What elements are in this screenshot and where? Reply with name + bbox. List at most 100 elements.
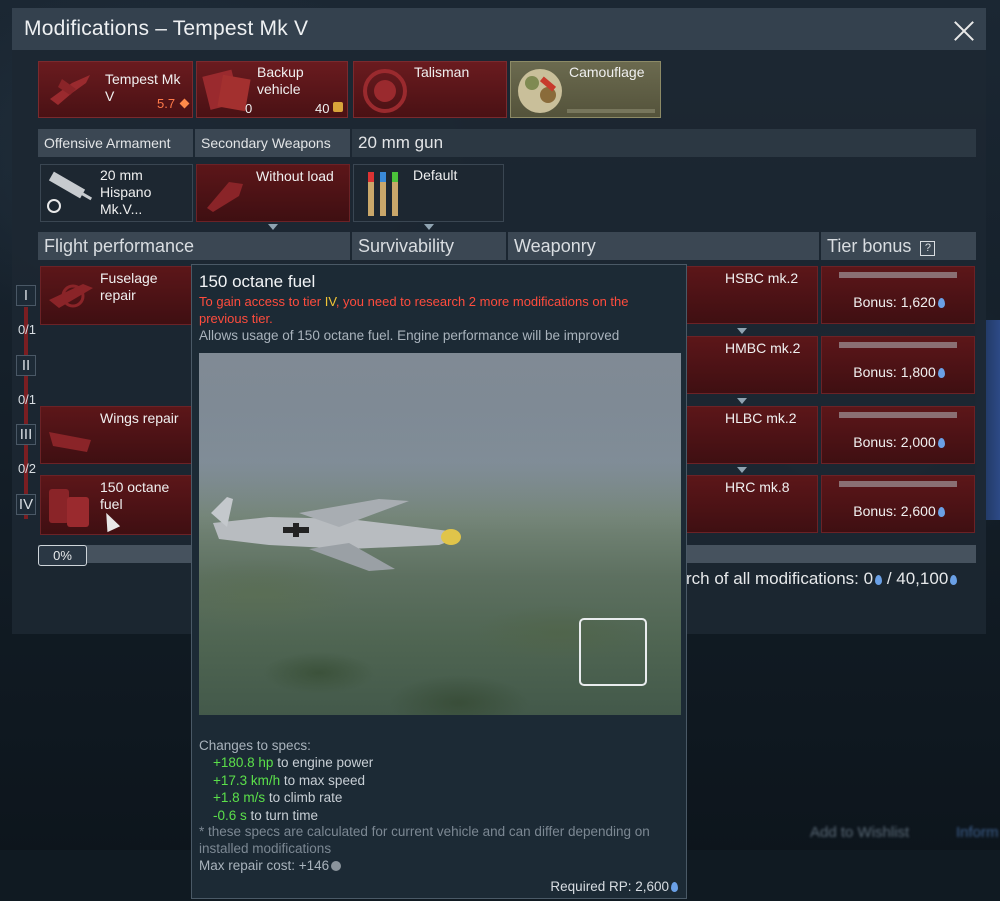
backup-vehicle-slot[interactable]: Backup vehicle 0 40 — [196, 61, 348, 118]
mod-hrc[interactable]: HRC mk.8 — [686, 475, 818, 533]
silver-lions-icon — [331, 861, 342, 871]
vehicle-slot[interactable]: Tempest Mk V 5.7 — [38, 61, 193, 118]
spec-row: +1.8 m/s to climb rate — [199, 789, 373, 806]
tooltip-description: Allows usage of 150 octane fuel. Engine … — [199, 328, 620, 343]
spec-text: to turn time — [246, 807, 319, 823]
spec-row: -0.6 s to turn time — [199, 807, 373, 824]
ammo-label: Default — [413, 167, 458, 183]
mod-fuselage-repair[interactable]: Fuselage repair — [40, 266, 192, 325]
wrench-icon — [47, 199, 61, 213]
required-rp: Required RP: 2,600 — [550, 879, 678, 894]
rp-icon — [937, 298, 945, 308]
rp-icon — [937, 507, 945, 517]
backup-count: 0 — [245, 101, 253, 116]
bonus-text: Bonus: 1,800 — [853, 364, 936, 380]
eagle-icon — [333, 102, 343, 112]
rp-icon — [950, 575, 958, 585]
secondary-weapon-slot[interactable]: Without load — [196, 164, 350, 222]
fuselage-icon — [49, 284, 93, 308]
mod-label: HRC mk.8 — [725, 479, 790, 495]
mod-hlbc[interactable]: HLBC mk.2 — [686, 406, 818, 464]
talisman-icon — [363, 69, 407, 113]
tier-bonus-1: Bonus: 1,620 — [821, 266, 975, 324]
preview-frame[interactable] — [579, 618, 647, 686]
info-button: Inform — [956, 824, 999, 841]
spec-value: +180.8 hp — [213, 755, 274, 771]
help-icon[interactable]: ? — [920, 241, 936, 256]
repair-cost-text: Max repair cost: +146 — [199, 858, 330, 873]
tab-secondary-weapons[interactable]: Secondary Weapons — [195, 129, 350, 157]
tier-2-count: 0/1 — [17, 392, 37, 407]
arrow-down-icon — [737, 467, 747, 473]
preview-image — [199, 353, 681, 715]
tier-4: IV — [16, 494, 36, 515]
tier-track — [24, 307, 28, 519]
required-rp-text: Required RP: 2,600 — [550, 879, 669, 894]
mod-label: HLBC mk.2 — [725, 410, 797, 426]
bonus-text: Bonus: 2,600 — [853, 503, 936, 519]
mod-hsbc[interactable]: HSBC mk.2 — [686, 266, 818, 324]
repair-cost: Max repair cost: +146 — [199, 858, 342, 873]
vehicle-name: Tempest Mk V — [105, 71, 181, 104]
chevron-down-icon — [424, 224, 434, 230]
camouflage-progress — [567, 109, 655, 113]
spec-row: +180.8 hp to engine power — [199, 754, 373, 771]
research-text: rch of all modifications: 0 — [686, 569, 874, 588]
spec-text: to engine power — [273, 755, 374, 771]
spec-row: +17.3 km/h to max speed — [199, 772, 373, 789]
section-flight-performance: Flight performance — [38, 232, 350, 260]
camouflage-slot[interactable]: Camouflage — [510, 61, 661, 118]
tier-bonus-4: Bonus: 2,600 — [821, 475, 975, 533]
research-total: rch of all modifications: 0 / 40,100 — [686, 569, 958, 589]
aircraft-icon — [50, 75, 90, 105]
bonus-text: Bonus: 1,620 — [853, 294, 936, 310]
wing-icon — [49, 432, 91, 452]
warning-tier: IV — [324, 294, 336, 309]
spec-value: +1.8 m/s — [213, 790, 266, 806]
tier-1: I — [16, 285, 36, 306]
tab-offensive-armament[interactable]: Offensive Armament — [38, 129, 193, 157]
bonus-progress — [839, 481, 957, 487]
progress-percent: 0% — [38, 545, 87, 566]
tier-bonus-3: Bonus: 2,000 — [821, 406, 975, 464]
backup-label: Backup vehicle — [257, 64, 304, 97]
gun-name: 20 mm Hispano Mk.V... — [100, 167, 152, 217]
talisman-slot[interactable]: Talisman — [353, 61, 507, 118]
bonus-text: Bonus: 2,000 — [853, 434, 936, 450]
bomb-icon — [207, 182, 243, 212]
mod-label: 150 octane fuel — [100, 479, 170, 512]
ammo-icon — [368, 172, 398, 216]
tier-2: II — [16, 355, 36, 376]
spec-value: -0.6 s — [213, 807, 247, 823]
tier-1-count: 0/1 — [17, 322, 37, 337]
research-total-value: / 40,100 — [886, 569, 949, 588]
battle-rating: 5.7 — [157, 96, 176, 111]
section-weaponry: Weaponry — [508, 232, 819, 260]
mod-hmbc[interactable]: HMBC mk.2 — [686, 336, 818, 394]
rp-icon — [937, 368, 945, 378]
fuel-barrel-icon — [49, 489, 89, 527]
aircraft-image — [211, 497, 461, 571]
section-survivability: Survivability — [352, 232, 506, 260]
gun-slot[interactable]: 20 mm Hispano Mk.V... — [40, 164, 193, 222]
tooltip-warning: To gain access to tier IV, you need to r… — [199, 293, 679, 327]
spec-changes: Changes to specs: +180.8 hp to engine po… — [199, 737, 373, 824]
ammo-belt-slot[interactable]: Default — [353, 164, 504, 222]
tier-bonus-title: Tier bonus — [827, 236, 912, 256]
secondary-weapon-label: Without load — [256, 168, 334, 184]
rp-icon — [937, 438, 945, 448]
backup-cost: 40 — [315, 101, 330, 116]
tooltip-title: 150 octane fuel — [199, 272, 316, 291]
mod-wings-repair[interactable]: Wings repair — [40, 406, 192, 464]
window-title: Modifications – Tempest Mk V — [24, 17, 309, 40]
arrow-down-icon — [737, 328, 747, 334]
chevron-down-icon — [268, 224, 278, 230]
mod-label: Wings repair — [100, 410, 179, 426]
talisman-label: Talisman — [414, 64, 470, 80]
close-icon[interactable] — [950, 17, 978, 45]
mod-label: HSBC mk.2 — [725, 270, 799, 286]
tier-3-count: 0/2 — [17, 461, 37, 476]
bonus-progress — [839, 342, 957, 348]
bonus-progress — [839, 272, 957, 278]
spec-value: +17.3 km/h — [213, 772, 281, 788]
